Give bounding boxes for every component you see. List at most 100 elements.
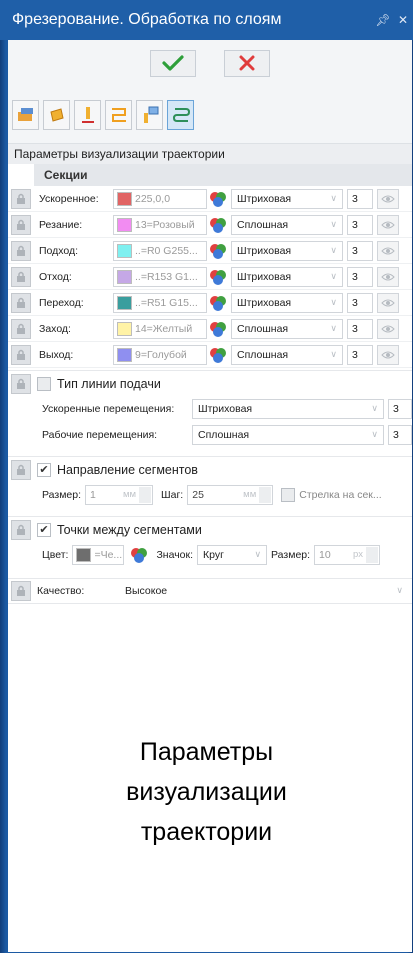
caption-line-1: Параметры bbox=[139, 738, 274, 766]
spin-arrows-icon[interactable] bbox=[139, 487, 152, 503]
title-bar: Фрезерование. Обработка по слоям 📌︎ ✕ bbox=[0, 0, 413, 40]
color-field[interactable]: ..=R51 G15... bbox=[113, 292, 207, 313]
tool-part[interactable] bbox=[12, 99, 39, 130]
palette-icon[interactable] bbox=[209, 320, 227, 338]
color-field[interactable]: 225,0,0 bbox=[113, 188, 207, 209]
color-swatch bbox=[117, 217, 132, 232]
tool-visualization[interactable] bbox=[167, 99, 194, 130]
visibility-toggle[interactable] bbox=[377, 318, 399, 339]
line-type-select[interactable]: Сплошная ∨ bbox=[231, 214, 343, 235]
direction-group: ✔ Направление сегментов bbox=[8, 456, 412, 482]
color-field[interactable]: ..=R153 G1... bbox=[113, 266, 207, 287]
tool-tool[interactable] bbox=[74, 99, 101, 130]
tool-simulation[interactable] bbox=[136, 99, 163, 130]
lock-icon[interactable] bbox=[11, 459, 31, 480]
points-color-swatch bbox=[76, 548, 92, 562]
palette-icon[interactable] bbox=[209, 268, 227, 286]
line-width-input[interactable]: 3 bbox=[347, 266, 373, 287]
rapid-width-input[interactable]: 3 bbox=[388, 399, 412, 419]
eye-icon bbox=[381, 195, 395, 202]
work-moves-value: Сплошная bbox=[198, 429, 250, 441]
chevron-down-icon: ∨ bbox=[330, 322, 337, 333]
spin-arrows-icon[interactable] bbox=[259, 487, 272, 503]
palette-icon[interactable] bbox=[209, 242, 227, 260]
direction-checkbox[interactable]: ✔ bbox=[37, 462, 51, 477]
cancel-button[interactable] bbox=[224, 49, 270, 77]
step-input[interactable]: 25 мм bbox=[187, 485, 274, 505]
rapid-moves-select[interactable]: Штриховая ∨ bbox=[192, 399, 384, 419]
points-checkbox[interactable]: ✔ bbox=[37, 522, 51, 537]
lock-icon[interactable] bbox=[11, 188, 31, 209]
visibility-toggle[interactable] bbox=[377, 344, 399, 365]
line-type-select[interactable]: Сплошная ∨ bbox=[231, 344, 343, 365]
mode-toolbar bbox=[8, 86, 412, 144]
work-moves-select[interactable]: Сплошная ∨ bbox=[192, 425, 384, 445]
line-type-select[interactable]: Штриховая ∨ bbox=[231, 188, 343, 209]
line-type-select[interactable]: Штриховая ∨ bbox=[231, 240, 343, 261]
line-type-select[interactable]: Штриховая ∨ bbox=[231, 292, 343, 313]
palette-icon[interactable] bbox=[130, 546, 148, 564]
cross-icon bbox=[239, 55, 255, 71]
color-field[interactable]: ..=R0 G255... bbox=[113, 240, 207, 261]
points-group: ✔ Точки между сегментами bbox=[8, 516, 412, 542]
lock-icon[interactable] bbox=[11, 266, 31, 287]
chevron-down-icon: ∨ bbox=[396, 585, 403, 595]
palette-icon[interactable] bbox=[209, 190, 227, 208]
feed-line-group: Тип линии подачи bbox=[8, 370, 412, 396]
line-width-input[interactable]: 3 bbox=[347, 344, 373, 365]
visibility-toggle[interactable] bbox=[377, 292, 399, 313]
line-width-input[interactable]: 3 bbox=[347, 214, 373, 235]
lock-icon[interactable] bbox=[11, 344, 31, 365]
work-width-input[interactable]: 3 bbox=[388, 425, 412, 445]
arrow-checkbox[interactable] bbox=[281, 488, 296, 502]
palette-icon[interactable] bbox=[209, 346, 227, 364]
palette-icon[interactable] bbox=[209, 216, 227, 234]
line-width-input[interactable]: 3 bbox=[347, 240, 373, 261]
marker-select[interactable]: Круг ∨ bbox=[197, 545, 268, 565]
color-field[interactable]: 13=Розовый bbox=[113, 214, 207, 235]
lock-icon[interactable] bbox=[11, 373, 31, 394]
ok-button[interactable] bbox=[150, 49, 196, 77]
close-icon[interactable]: ✕ bbox=[393, 13, 413, 27]
color-field[interactable]: 14=Желтый bbox=[113, 318, 207, 339]
line-type-select[interactable]: Сплошная ∨ bbox=[231, 318, 343, 339]
section-label: Подход: bbox=[39, 244, 79, 257]
tool-workpiece[interactable] bbox=[43, 99, 70, 130]
visibility-toggle[interactable] bbox=[377, 240, 399, 261]
lock-icon[interactable] bbox=[11, 581, 31, 601]
color-swatch bbox=[117, 295, 132, 310]
pin-icon[interactable]: 📌︎ bbox=[373, 13, 393, 27]
step-label: Шаг: bbox=[161, 489, 184, 501]
quality-select[interactable]: Высокое ∨ bbox=[119, 581, 409, 601]
line-width-input[interactable]: 3 bbox=[347, 318, 373, 339]
color-field[interactable]: 9=Голубой bbox=[113, 344, 207, 365]
color-text: 14=Желтый bbox=[135, 322, 193, 335]
lock-icon[interactable] bbox=[11, 240, 31, 261]
size-input[interactable]: 1 мм bbox=[85, 485, 154, 505]
line-type-select[interactable]: Штриховая ∨ bbox=[231, 266, 343, 287]
line-width-input[interactable]: 3 bbox=[347, 188, 373, 209]
visibility-toggle[interactable] bbox=[377, 266, 399, 287]
chevron-down-icon: ∨ bbox=[330, 270, 337, 281]
palette-icon[interactable] bbox=[209, 294, 227, 312]
direction-title: Направление сегментов bbox=[57, 462, 198, 477]
visibility-toggle[interactable] bbox=[377, 214, 399, 235]
lock-icon[interactable] bbox=[11, 519, 31, 540]
color-swatch bbox=[117, 347, 132, 362]
points-color-text: =Че... bbox=[94, 549, 123, 561]
line-type-value: Сплошная bbox=[237, 218, 289, 231]
points-size-input[interactable]: 10 px bbox=[314, 545, 381, 565]
visibility-toggle[interactable] bbox=[377, 188, 399, 209]
line-width-input[interactable]: 3 bbox=[347, 292, 373, 313]
lock-icon[interactable] bbox=[11, 292, 31, 313]
chevron-down-icon: ∨ bbox=[330, 296, 337, 307]
simulation-icon bbox=[143, 106, 158, 123]
spin-arrows-icon[interactable] bbox=[366, 547, 379, 563]
line-type-value: Штриховая bbox=[237, 244, 292, 257]
feed-line-checkbox[interactable] bbox=[37, 376, 51, 391]
size-label: Размер: bbox=[42, 489, 82, 501]
lock-icon[interactable] bbox=[11, 318, 31, 339]
points-color-field[interactable]: =Че... bbox=[72, 545, 125, 565]
tool-path[interactable] bbox=[105, 99, 132, 130]
lock-icon[interactable] bbox=[11, 214, 31, 235]
